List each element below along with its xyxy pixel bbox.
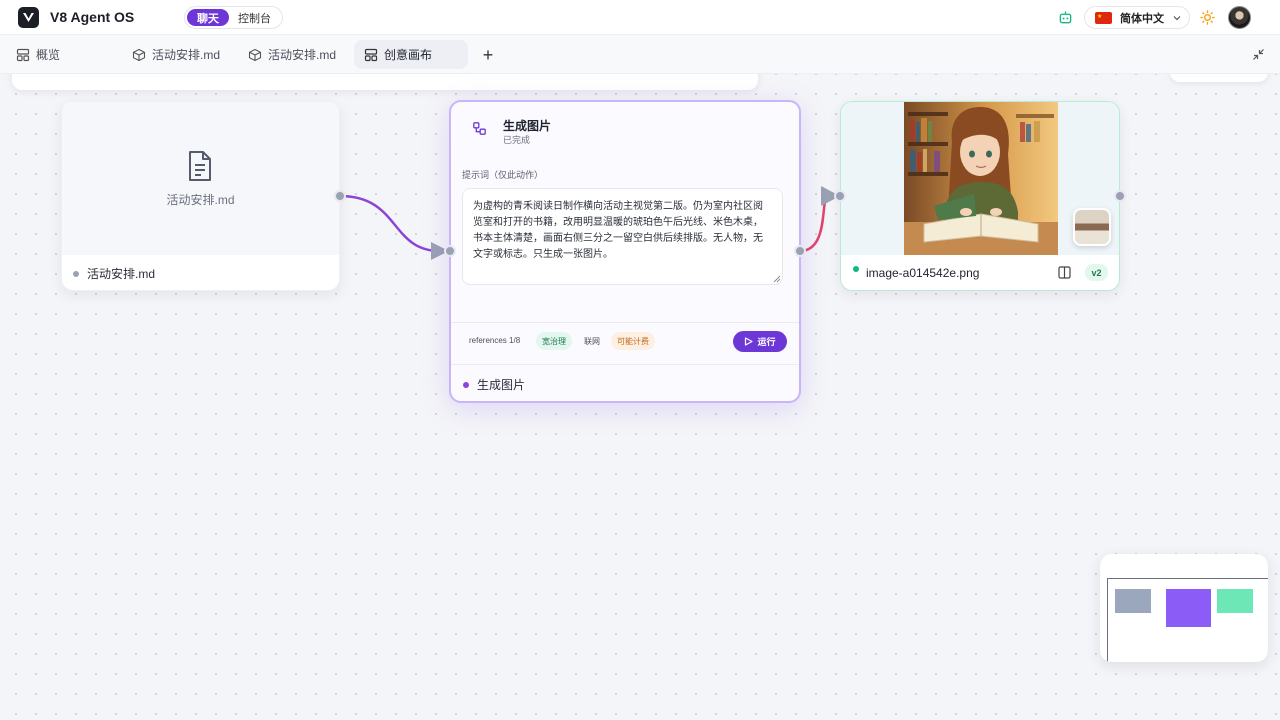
nodes-icon xyxy=(473,122,486,135)
prompt-input[interactable]: 为虚构的青禾阅读日制作横向活动主视觉第二版。仍为室内社区阅览室和打开的书籍，改用… xyxy=(462,188,783,285)
image-output-node[interactable] xyxy=(840,101,1120,291)
image-input-port[interactable] xyxy=(834,190,846,202)
references-count[interactable]: references 1/8 xyxy=(469,336,520,345)
tab-label: 概览 xyxy=(36,48,61,62)
edge-doc-to-generate xyxy=(339,194,441,253)
tab-activity-2[interactable]: 活动安排.md xyxy=(238,40,348,69)
layout-icon xyxy=(364,48,378,61)
mode-switch: 聊天 控制台 xyxy=(184,6,283,29)
tab-bar: 概览 活动安排.md 活动安排.md 创意画布 + xyxy=(0,35,1280,74)
language-label: 简体中文 xyxy=(1120,12,1164,25)
generate-node-title: 生成图片 xyxy=(503,119,552,133)
cube-icon xyxy=(248,48,262,61)
edge-generate-to-image xyxy=(799,194,830,253)
minimap-node-generate xyxy=(1166,589,1211,627)
divider xyxy=(451,364,799,365)
app-logo[interactable] xyxy=(18,7,39,28)
tab-label: 创意画布 xyxy=(384,48,433,62)
minimap-node-image xyxy=(1217,589,1253,613)
chevron-down-icon xyxy=(1173,15,1181,20)
document-title: 活动安排.md xyxy=(166,193,235,207)
reference-thumbnail[interactable] xyxy=(1073,208,1111,246)
tab-label: 活动安排.md xyxy=(268,48,337,62)
image-output-port[interactable] xyxy=(1114,190,1126,202)
generate-footer-label: 生成图片 xyxy=(477,378,526,392)
china-flag-icon xyxy=(1095,11,1112,24)
tab-overview[interactable]: 概览 xyxy=(6,40,106,69)
governance-chip[interactable]: 宽治理 xyxy=(536,332,572,350)
version-badge[interactable]: v2 xyxy=(1085,264,1108,281)
generate-node-footer: 生成图片 xyxy=(463,376,525,393)
play-icon xyxy=(745,337,754,346)
web-chip[interactable]: 联网 xyxy=(577,332,607,350)
prompt-label: 提示词（仅此动作） xyxy=(462,170,544,180)
mode-chat-button[interactable]: 聊天 xyxy=(187,9,229,26)
generated-image[interactable] xyxy=(904,102,1058,255)
minimap[interactable] xyxy=(1100,554,1268,662)
divider xyxy=(451,322,799,323)
status-dot xyxy=(463,381,469,388)
logo-icon xyxy=(23,13,34,22)
status-dot xyxy=(853,266,859,272)
image-node-footer xyxy=(853,266,859,272)
generate-output-port[interactable] xyxy=(794,245,806,257)
file-text-icon xyxy=(189,151,211,181)
collapse-icon[interactable] xyxy=(1252,48,1265,61)
tab-activity-1[interactable]: 活动安排.md xyxy=(122,40,232,69)
top-header: V8 Agent OS 聊天 控制台 简体中文 xyxy=(0,0,1280,35)
language-select[interactable]: 简体中文 xyxy=(1084,6,1190,29)
image-preview-area xyxy=(841,102,1119,255)
sun-icon[interactable] xyxy=(1200,10,1215,25)
app-title: V8 Agent OS xyxy=(50,9,135,25)
add-tab-button[interactable]: + xyxy=(478,45,498,65)
doc-output-port[interactable] xyxy=(334,190,346,202)
status-dot xyxy=(73,270,79,277)
cube-icon xyxy=(132,48,146,61)
document-footer-label: 活动安排.md xyxy=(87,267,156,281)
user-avatar[interactable] xyxy=(1228,6,1251,29)
robot-icon[interactable] xyxy=(1058,10,1073,25)
run-label: 运行 xyxy=(757,337,776,347)
generate-input-port[interactable] xyxy=(444,245,456,257)
tab-label: 活动安排.md xyxy=(152,48,221,62)
tab-creative-canvas[interactable]: 创意画布 xyxy=(354,40,468,69)
resize-grip-icon[interactable] xyxy=(773,275,781,283)
compare-icon[interactable] xyxy=(1058,266,1071,279)
run-button[interactable]: 运行 xyxy=(733,331,787,352)
cost-chip[interactable]: 可能计费 xyxy=(611,332,655,350)
image-filename: image-a014542e.png xyxy=(866,266,980,280)
generate-node-status: 已完成 xyxy=(503,135,531,145)
document-node-footer: 活动安排.md xyxy=(73,265,155,282)
mode-console-button[interactable]: 控制台 xyxy=(229,10,280,26)
minimap-node-doc xyxy=(1115,589,1151,613)
layout-icon xyxy=(16,48,30,61)
